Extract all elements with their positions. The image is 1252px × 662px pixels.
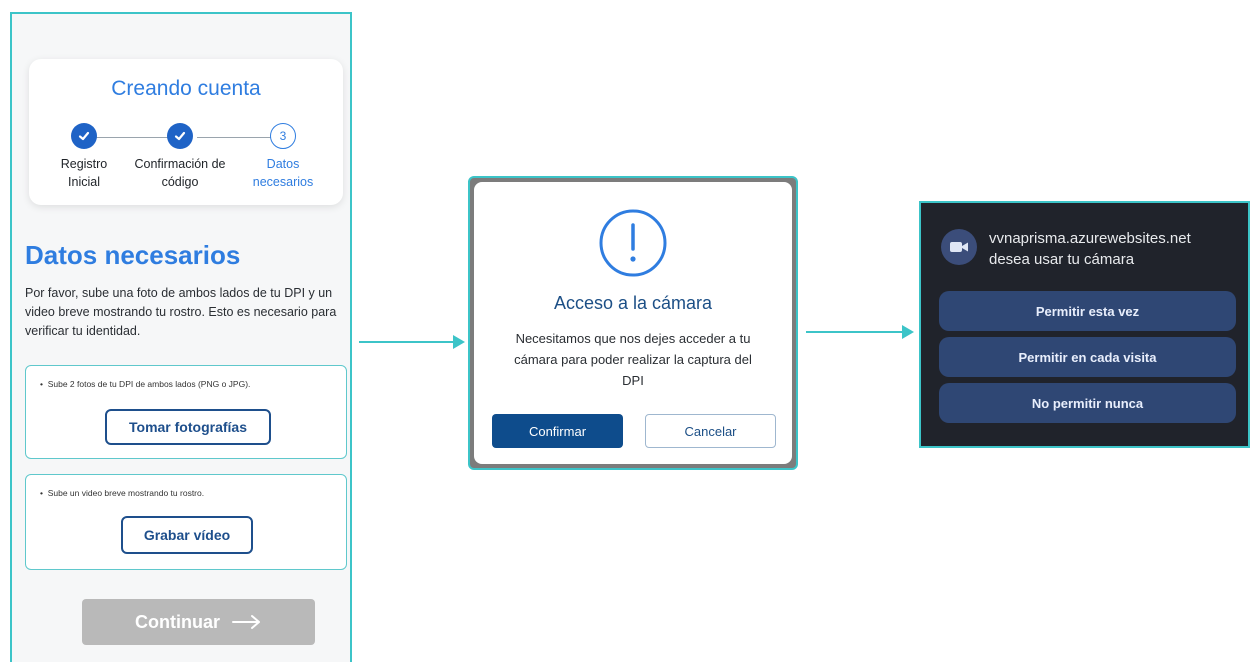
phone-screen: Creando cuenta 3 Registro Inicial Confir… — [10, 12, 352, 662]
step-2-check-icon — [167, 123, 193, 149]
cancel-button[interactable]: Cancelar — [645, 414, 776, 448]
exclamation-circle-icon — [599, 209, 667, 277]
camera-access-dialog: Acceso a la cámara Necesitamos que nos d… — [474, 182, 792, 464]
flow-arrow-1 — [359, 335, 465, 349]
record-video-button[interactable]: Grabar vídeo — [121, 516, 253, 554]
camera-permission-prompt: vvnaprisma.azurewebsites.net desea usar … — [919, 201, 1250, 448]
never-allow-button[interactable]: No permitir nunca — [939, 383, 1236, 423]
continue-button-label: Continuar — [135, 611, 220, 632]
photo-upload-hint: • Sube 2 fotos de tu DPI de ambos lados … — [40, 379, 251, 389]
section-title: Datos necesarios — [25, 240, 241, 270]
stepper-card: Creando cuenta 3 Registro Inicial Confir… — [29, 59, 343, 205]
continue-button[interactable]: Continuar — [82, 599, 315, 645]
allow-once-button[interactable]: Permitir esta vez — [939, 291, 1236, 331]
flow-arrow-2 — [806, 325, 914, 339]
step-1-check-icon — [71, 123, 97, 149]
step-3-number: 3 — [270, 123, 296, 149]
step-2-label: Confirmación de código — [134, 157, 226, 189]
stepper-title: Creando cuenta — [111, 77, 261, 100]
take-photos-button[interactable]: Tomar fotografías — [105, 409, 271, 445]
arrow-right-icon — [232, 615, 260, 629]
dialog-title: Acceso a la cámara — [553, 293, 713, 313]
video-upload-hint: • Sube un video breve mostrando tu rostr… — [40, 488, 205, 498]
confirm-button[interactable]: Confirmar — [492, 414, 623, 448]
photo-upload-box: • Sube 2 fotos de tu DPI de ambos lados … — [25, 365, 347, 459]
permission-request: desea usar tu cámara — [989, 251, 1135, 268]
dialog-message: Necesitamos que nos dejes acceder a tu c… — [514, 331, 752, 388]
step-3-label: Datos necesarios — [252, 157, 314, 189]
permission-host: vvnaprisma.azurewebsites.net — [989, 230, 1191, 247]
section-description: Por favor, sube una foto de ambos lados … — [25, 286, 337, 338]
video-camera-icon — [941, 229, 977, 265]
allow-every-visit-button[interactable]: Permitir en cada visita — [939, 337, 1236, 377]
video-upload-box: • Sube un video breve mostrando tu rostr… — [25, 474, 347, 570]
dialog-overlay: Acceso a la cámara Necesitamos que nos d… — [468, 176, 798, 470]
